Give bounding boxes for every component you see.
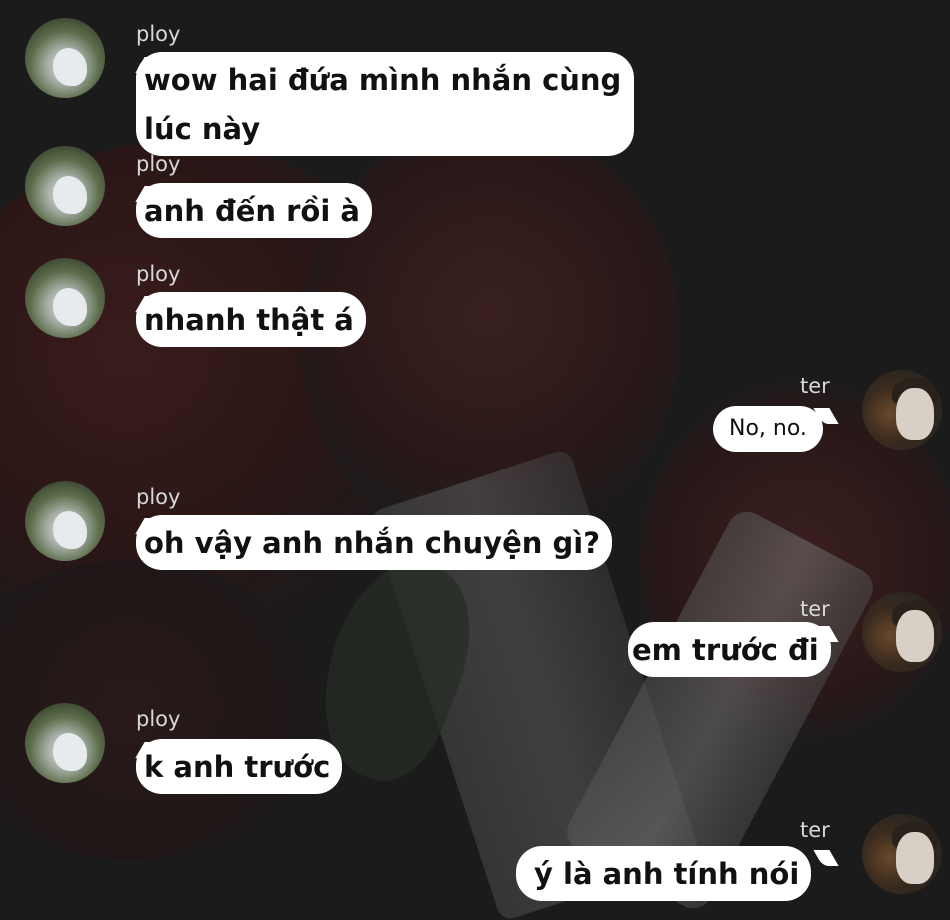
message-bubble[interactable]: anh đến rồi à xyxy=(136,183,372,238)
message-bubble[interactable]: nhanh thật á xyxy=(136,292,366,347)
sender-name: ploy xyxy=(136,262,181,286)
avatar[interactable] xyxy=(25,146,105,226)
sender-name: ploy xyxy=(136,152,181,176)
avatar[interactable] xyxy=(862,370,942,450)
avatar[interactable] xyxy=(25,258,105,338)
avatar[interactable] xyxy=(25,18,105,98)
sender-name: ter xyxy=(800,374,830,398)
sender-name: ter xyxy=(800,597,830,621)
message-bubble[interactable]: No, no. xyxy=(713,406,823,452)
message-bubble[interactable]: wow hai đứa mình nhắn cùng lúc này xyxy=(136,52,634,156)
sender-name: ploy xyxy=(136,22,181,46)
sender-name: ploy xyxy=(136,485,181,509)
message-bubble[interactable]: em trước đi xyxy=(628,622,831,677)
sender-name: ter xyxy=(800,818,830,842)
avatar[interactable] xyxy=(25,703,105,783)
avatar[interactable] xyxy=(862,814,942,894)
message-bubble[interactable]: oh vậy anh nhắn chuyện gì? xyxy=(136,515,613,570)
message-bubble[interactable]: k anh trước xyxy=(136,739,343,794)
avatar[interactable] xyxy=(862,592,942,672)
avatar[interactable] xyxy=(25,481,105,561)
message-bubble[interactable]: ý là anh tính nói xyxy=(516,846,812,901)
sender-name: ploy xyxy=(136,707,181,731)
